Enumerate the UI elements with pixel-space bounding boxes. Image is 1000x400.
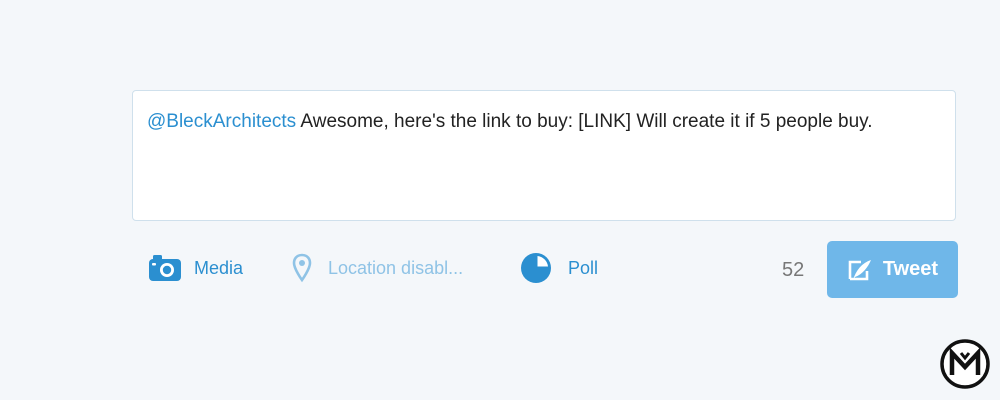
location-button[interactable]: Location disabl... xyxy=(292,248,463,288)
tweet-button[interactable]: Tweet xyxy=(827,241,958,298)
media-button[interactable]: Media xyxy=(148,248,243,288)
media-label: Media xyxy=(194,257,244,278)
poll-icon xyxy=(520,252,552,284)
character-counter: 52 xyxy=(782,259,805,281)
tweet-button-label: Tweet xyxy=(882,258,939,280)
compose-feather-icon xyxy=(847,257,873,283)
camera-icon xyxy=(148,254,182,282)
location-label: Location disabl... xyxy=(328,257,464,278)
poll-button[interactable]: Poll xyxy=(520,248,598,288)
mention-link[interactable]: @BleckArchitects xyxy=(147,111,296,132)
tweet-compose-box[interactable]: @BleckArchitects Awesome, here's the lin… xyxy=(132,90,956,221)
brand-logo xyxy=(939,338,991,390)
location-pin-icon xyxy=(292,253,312,283)
poll-label: Poll xyxy=(568,257,599,278)
tweet-text: Awesome, here's the link to buy: [LINK] … xyxy=(296,111,873,132)
